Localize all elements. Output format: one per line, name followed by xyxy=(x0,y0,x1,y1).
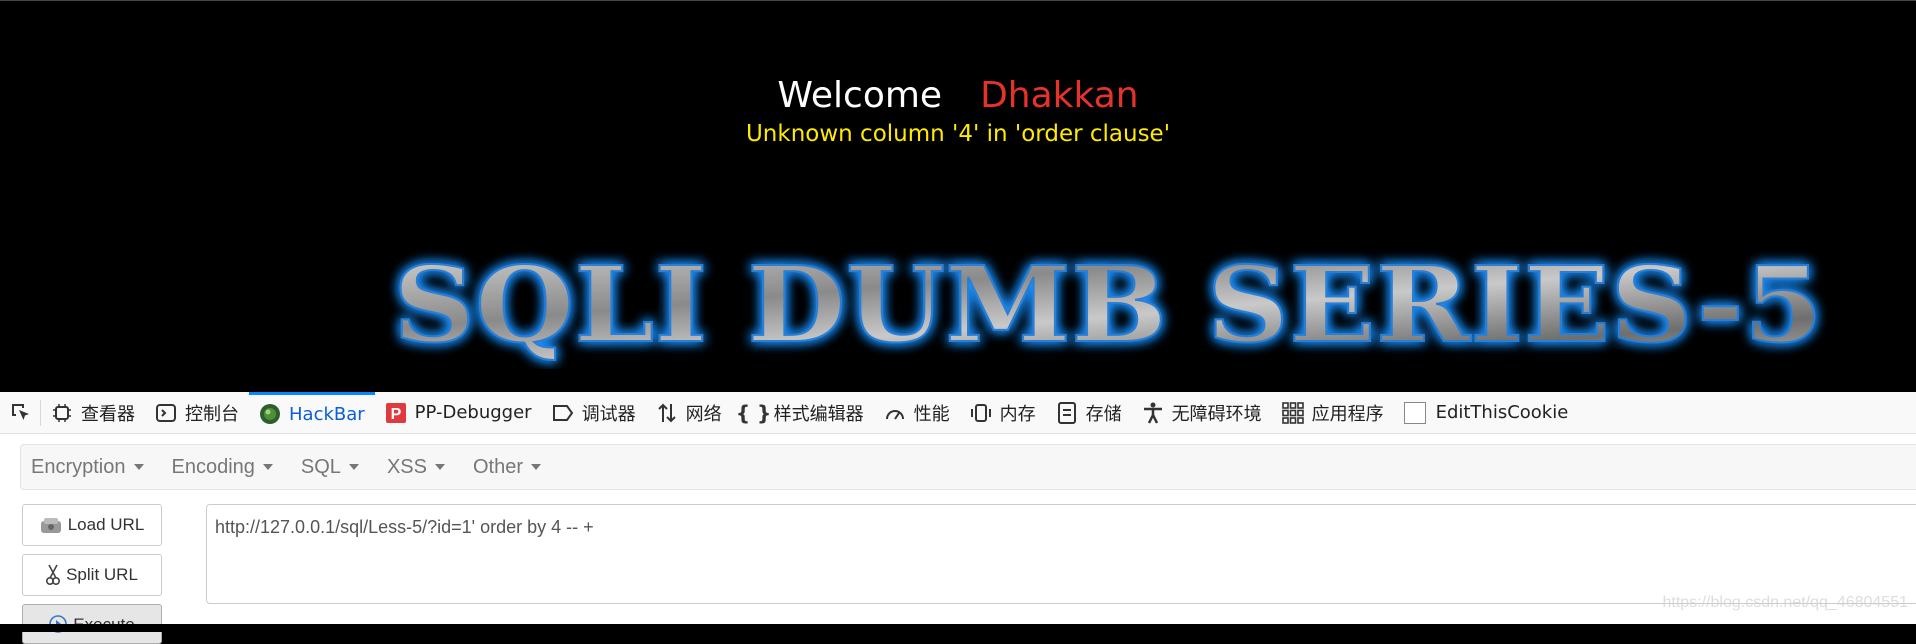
tab-application[interactable]: 应用程序 xyxy=(1272,392,1394,434)
tab-storage[interactable]: 存储 xyxy=(1046,392,1132,434)
menu-sql[interactable]: SQL xyxy=(291,456,369,479)
caret-down-icon xyxy=(531,464,541,470)
tab-label: 内存 xyxy=(999,403,1036,425)
inspector-icon xyxy=(51,402,73,424)
tab-pp-debugger[interactable]: P PP-Debugger xyxy=(375,392,542,434)
hackbar-icon xyxy=(259,403,281,425)
svg-text:P: P xyxy=(390,406,401,423)
tab-label: 应用程序 xyxy=(1311,403,1384,425)
network-icon xyxy=(656,402,678,424)
bottom-edge xyxy=(0,624,1916,632)
menu-label: Encryption xyxy=(31,455,126,478)
menu-encryption[interactable]: Encryption xyxy=(21,456,154,479)
memory-icon xyxy=(970,402,992,424)
tab-label: 性能 xyxy=(913,403,950,425)
tab-accessibility[interactable]: 无障碍环境 xyxy=(1132,392,1272,434)
load-url-icon xyxy=(40,516,62,534)
element-picker-button[interactable] xyxy=(0,399,41,426)
tab-debugger[interactable]: 调试器 xyxy=(542,392,646,434)
element-picker-icon xyxy=(10,402,32,424)
sql-error-message: Unknown column '4' in 'order clause' xyxy=(745,121,1171,147)
debugger-icon xyxy=(552,402,574,424)
hackbar-menu-bar: Encryption Encoding SQL XSS Other xyxy=(20,444,1916,490)
hackbar-panel: Encryption Encoding SQL XSS Other Load U… xyxy=(0,434,1916,644)
tab-inspector[interactable]: 查看器 xyxy=(41,392,145,434)
url-textarea[interactable]: http://127.0.0.1/sql/Less-5/?id=1' order… xyxy=(206,504,1916,604)
banner-text: SQLI DUMB SERIES-5 xyxy=(393,243,1823,366)
tab-label: 控制台 xyxy=(185,403,239,425)
devtools-tab-bar: 查看器 控制台 HackBar P PP-Debugger 调试器 网络 { }… xyxy=(0,391,1916,434)
sqli-banner: SQLI DUMB SERIES-5 xyxy=(392,242,1824,367)
accessibility-icon xyxy=(1142,402,1164,424)
tab-label: PP-Debugger xyxy=(414,402,532,423)
menu-label: XSS xyxy=(386,455,427,478)
tab-hackbar[interactable]: HackBar xyxy=(249,391,375,434)
tab-label: HackBar xyxy=(289,403,365,425)
split-url-button[interactable]: Split URL xyxy=(22,554,162,596)
caret-down-icon xyxy=(434,464,445,470)
tab-editthiscookie[interactable]: EditThisCookie xyxy=(1394,392,1579,434)
tab-label: 查看器 xyxy=(81,403,135,425)
menu-other[interactable]: Other xyxy=(463,456,551,479)
split-url-label: Split URL xyxy=(66,565,138,584)
tab-label: 样式编辑器 xyxy=(773,403,864,425)
menu-label: SQL xyxy=(300,455,341,478)
tab-memory[interactable]: 内存 xyxy=(960,392,1046,434)
load-url-button[interactable]: Load URL xyxy=(22,504,162,546)
tab-label: 调试器 xyxy=(581,403,636,425)
load-url-label: Load URL xyxy=(67,515,145,534)
tab-style-editor[interactable]: { } 样式编辑器 xyxy=(732,392,874,434)
caret-down-icon xyxy=(262,464,273,470)
tab-console[interactable]: 控制台 xyxy=(145,392,249,434)
checkbox-icon xyxy=(1403,401,1426,424)
menu-encoding[interactable]: Encoding xyxy=(162,456,283,479)
application-icon xyxy=(1281,401,1304,424)
console-icon xyxy=(155,402,177,424)
tab-network[interactable]: 网络 xyxy=(646,392,732,434)
caret-down-icon xyxy=(348,464,359,470)
storage-icon xyxy=(1056,401,1078,424)
menu-label: Encoding xyxy=(171,455,255,478)
web-page: Welcome Dhakkan Unknown column '4' in 'or… xyxy=(0,0,1916,392)
watermark: https://blog.csdn.net/qq_46804551 xyxy=(1662,594,1908,611)
tab-label: 存储 xyxy=(1085,403,1122,425)
caret-down-icon xyxy=(133,464,144,470)
pp-debugger-icon: P xyxy=(385,402,407,424)
scissors-icon xyxy=(46,564,61,586)
welcome-label: Welcome xyxy=(777,75,943,116)
menu-label: Other xyxy=(472,455,523,478)
performance-icon xyxy=(884,402,906,424)
welcome-line: Welcome Dhakkan xyxy=(0,75,1916,116)
tab-label: 无障碍环境 xyxy=(1171,403,1262,425)
username: Dhakkan xyxy=(980,75,1139,116)
style-editor-icon: { } xyxy=(735,400,772,425)
tab-label: 网络 xyxy=(685,403,722,425)
tab-performance[interactable]: 性能 xyxy=(874,392,960,434)
tab-label: EditThisCookie xyxy=(1435,402,1569,423)
menu-xss[interactable]: XSS xyxy=(377,456,455,479)
